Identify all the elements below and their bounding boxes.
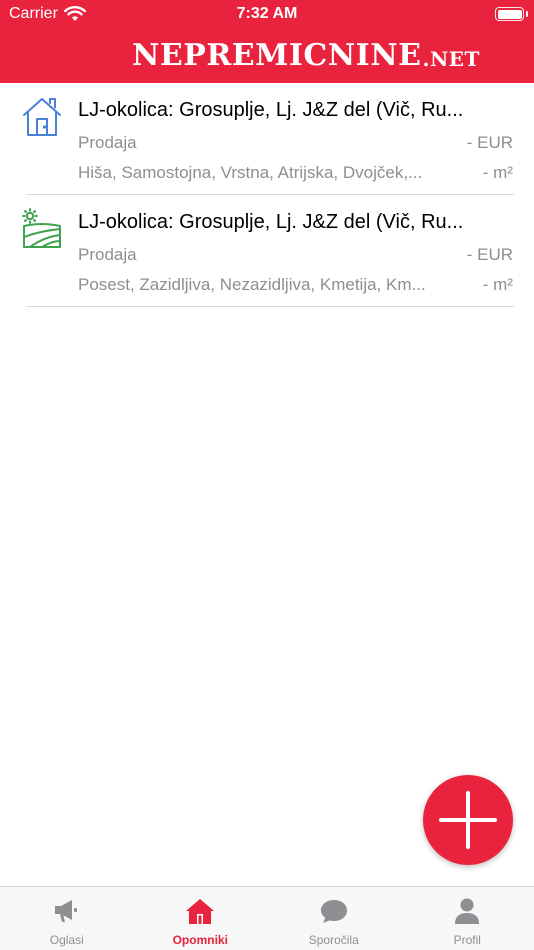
reminder-tags: Posest, Zazidljiva, Nezazidljiva, Kmetij… [78, 275, 426, 294]
row-divider [26, 306, 514, 307]
tab-opomniki[interactable]: Opomniki [134, 887, 268, 950]
status-bar: Carrier 7:32 AM [0, 0, 534, 28]
app-screen: Carrier 7:32 AM NEPREMICNINE .NET LJ-oko… [0, 0, 534, 950]
plus-icon [439, 791, 497, 849]
tab-label: Profil [453, 933, 481, 947]
reminder-row[interactable]: LJ-okolica: Grosuplje, Lj. J&Z del (Vič,… [0, 83, 534, 195]
battery-tip [526, 11, 528, 17]
megaphone-icon [54, 900, 77, 922]
add-reminder-button[interactable] [423, 775, 513, 865]
reminder-price: - EUR [466, 245, 513, 264]
brand-logo: NEPREMICNINE .NET [132, 36, 480, 72]
brand-logo-suffix: .NET [422, 47, 480, 71]
status-time: 7:32 AM [236, 5, 298, 22]
reminder-row[interactable]: LJ-okolica: Grosuplje, Lj. J&Z del (Vič,… [0, 195, 534, 307]
reminder-type: Prodaja [78, 133, 137, 152]
tab-bar: Oglasi Opomniki Sporočila Profil [0, 886, 534, 950]
reminder-list: LJ-okolica: Grosuplje, Lj. J&Z del (Vič,… [0, 83, 534, 307]
reminder-area: - m² [482, 275, 513, 294]
brand-logo-main: NEPREMICNINE [132, 38, 422, 73]
tab-sporocila[interactable]: Sporočila [267, 887, 401, 950]
battery-icon [495, 7, 524, 21]
reminder-title: LJ-okolica: Grosuplje, Lj. J&Z del (Vič,… [78, 211, 464, 233]
reminder-title: LJ-okolica: Grosuplje, Lj. J&Z del (Vič,… [78, 99, 464, 121]
reminder-type: Prodaja [78, 245, 137, 264]
tab-label: Sporočila [308, 933, 359, 947]
reminder-tags: Hiša, Samostojna, Vrstna, Atrijska, Dvoj… [78, 163, 423, 182]
reminder-price: - EUR [466, 133, 513, 152]
header-bar: Carrier 7:32 AM NEPREMICNINE .NET [0, 0, 534, 83]
reminder-area: - m² [482, 163, 513, 182]
tab-label: Oglasi [49, 933, 84, 947]
tab-profil[interactable]: Profil [401, 887, 534, 950]
tab-label: Opomniki [172, 933, 228, 947]
chat-bubble-icon [320, 900, 347, 923]
house-icon [23, 98, 61, 136]
home-icon [186, 899, 215, 924]
tab-oglasi[interactable]: Oglasi [0, 887, 134, 950]
person-icon [455, 898, 480, 924]
land-icon [22, 208, 61, 248]
